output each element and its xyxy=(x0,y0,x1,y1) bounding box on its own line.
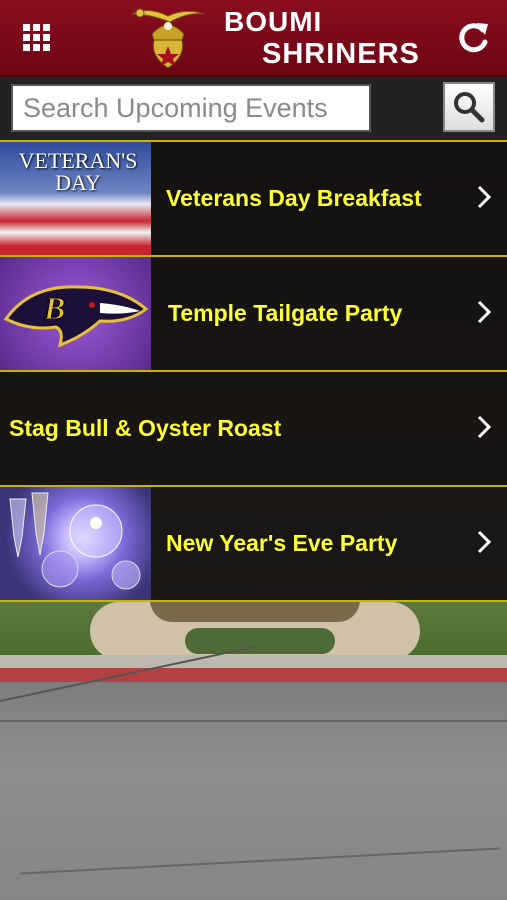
event-list: VETERAN'S DAY Veterans Day Breakfast B T… xyxy=(0,140,507,602)
champagne-disco-ball-image xyxy=(9,492,141,590)
chevron-right-icon xyxy=(477,530,492,554)
event-item[interactable]: Stag Bull & Oyster Roast xyxy=(0,370,507,485)
ravens-logo-icon: B xyxy=(3,285,149,348)
chevron-right-icon xyxy=(477,185,492,209)
road-crack xyxy=(0,720,507,722)
event-title: Stag Bull & Oyster Roast xyxy=(9,415,282,441)
veterans-day-thumbnail: VETERAN'S DAY xyxy=(0,142,151,255)
event-title: New Year's Eve Party xyxy=(166,530,398,556)
title-line-2: SHRINERS xyxy=(262,38,420,70)
event-title: Veterans Day Breakfast xyxy=(166,185,422,211)
chevron-right-icon xyxy=(477,300,492,324)
search-button[interactable] xyxy=(443,82,495,132)
thumbnail-text: DAY xyxy=(55,170,101,195)
app-title: BOUMI SHRINERS xyxy=(210,4,430,72)
event-item[interactable]: B Temple Tailgate Party xyxy=(0,255,507,370)
title-line-1: BOUMI xyxy=(224,6,323,37)
refresh-button[interactable] xyxy=(438,0,507,75)
search-icon xyxy=(454,92,485,123)
flower-bed xyxy=(150,600,360,622)
garden-bed xyxy=(185,628,335,654)
road xyxy=(0,682,507,900)
event-item[interactable]: New Year's Eve Party xyxy=(0,485,507,602)
event-item[interactable]: VETERAN'S DAY Veterans Day Breakfast xyxy=(0,140,507,255)
shriners-logo xyxy=(131,8,205,69)
new-years-thumbnail xyxy=(0,487,151,600)
grid-menu-icon xyxy=(22,24,50,51)
ravens-logo-thumbnail: B xyxy=(0,257,151,370)
sidewalk xyxy=(0,655,507,669)
app-header: BOUMI SHRINERS xyxy=(0,0,507,77)
event-title: Temple Tailgate Party xyxy=(168,300,403,326)
search-input[interactable] xyxy=(11,84,371,132)
curb xyxy=(0,668,507,682)
refresh-icon xyxy=(458,22,488,52)
menu-button[interactable] xyxy=(0,0,72,75)
svg-text:B: B xyxy=(43,290,65,326)
chevron-right-icon xyxy=(477,415,492,439)
